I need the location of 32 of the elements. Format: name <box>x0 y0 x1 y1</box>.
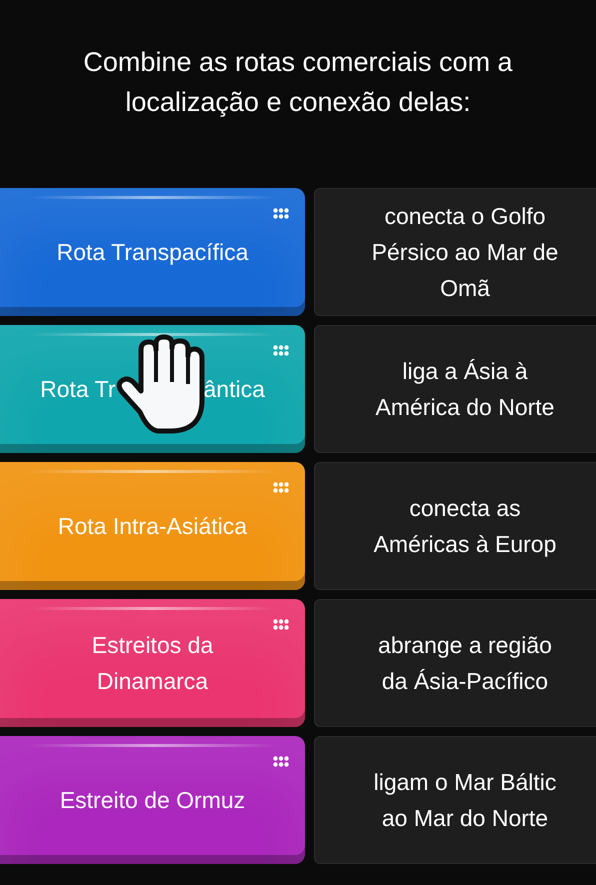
description-box[interactable]: conecta as Américas à Europ <box>314 462 596 590</box>
route-label: Rota Tr <box>40 375 116 404</box>
description-text: Pérsico ao Mar de <box>372 238 558 267</box>
description-box[interactable]: liga a Ásia à América do Norte <box>314 325 596 453</box>
description-text: ligam o Mar Báltic <box>374 768 556 797</box>
description-text: América do Norte <box>376 393 554 422</box>
description-text: Américas à Europ <box>374 530 556 559</box>
description-text: liga a Ásia à <box>402 357 528 386</box>
drag-handle-icon <box>273 208 289 219</box>
description-text: conecta o Golfo <box>384 202 546 231</box>
description-text: Omã <box>440 274 490 303</box>
route-label: Rota Intra-Asiática <box>58 512 248 541</box>
description-text: ao Mar do Norte <box>382 804 548 833</box>
description-text: abrange a região <box>378 631 552 660</box>
route-label: Estreito de Ormuz <box>60 786 246 815</box>
description-box[interactable]: abrange a região da Ásia-Pacífico <box>314 599 596 727</box>
route-label: ântica <box>204 375 265 404</box>
route-card[interactable]: Rota Transpacífica <box>0 188 305 316</box>
description-box[interactable]: conecta o Golfo Pérsico ao Mar de Omã <box>314 188 596 316</box>
drag-handle-icon <box>273 482 289 493</box>
route-label: Dinamarca <box>96 667 208 696</box>
drag-handle-icon <box>273 345 289 356</box>
description-text: conecta as <box>409 494 521 523</box>
description-box[interactable]: ligam o Mar Báltic ao Mar do Norte <box>314 736 596 864</box>
route-label: Estreitos da <box>92 631 214 660</box>
drag-handle-icon <box>273 619 289 630</box>
route-label: Rota Transpacífica <box>56 238 248 267</box>
description-text: da Ásia-Pacífico <box>382 667 548 696</box>
route-card[interactable]: Estreito de Ormuz <box>0 736 305 864</box>
route-card[interactable]: Estreitos da Dinamarca <box>0 599 305 727</box>
question-text: Combine as rotas comerciais com a localização e conexão delas: <box>82 46 514 119</box>
drag-handle-icon <box>273 756 289 767</box>
